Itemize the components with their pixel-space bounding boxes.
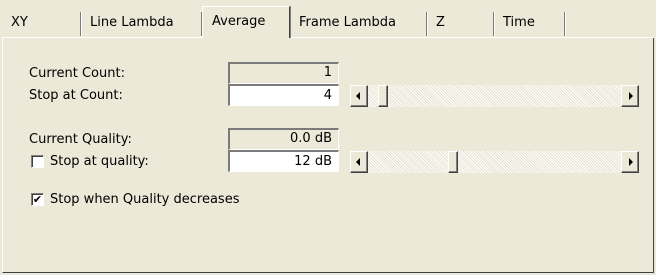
tab-time[interactable]: Time [494,12,565,36]
arrow-left-icon [356,92,360,100]
stop-at-count-slider-right-button[interactable] [621,85,639,107]
stop-at-count-slider[interactable] [350,85,639,107]
stop-at-count-field[interactable] [228,84,339,106]
tab-strip: XY Line Lambda Average Frame Lambda Z Ti… [0,0,656,40]
stop-at-quality-slider-thumb[interactable] [448,151,458,173]
current-count-value: 1 [228,62,339,84]
tab-average-label: Average [212,14,266,29]
tab-average[interactable]: Average [202,6,290,38]
arrow-right-icon [629,92,633,100]
tab-z[interactable]: Z [427,12,494,36]
arrow-right-icon [629,158,633,166]
check-icon: ✔ [32,193,43,206]
tab-frame-lambda[interactable]: Frame Lambda [290,12,427,36]
current-quality-value: 0.0 dB [228,128,339,150]
stop-at-quality-slider[interactable] [350,151,639,173]
stop-at-count-label: Stop at Count: [29,88,123,103]
stop-when-decreases-label: Stop when Quality decreases [50,192,240,207]
tab-divider [2,37,654,38]
tab-time-label: Time [503,15,535,30]
tab-line-lambda-label: Line Lambda [90,15,174,30]
tab-xy-label: XY [11,15,28,30]
tab-xy[interactable]: XY [2,12,81,36]
stop-at-count-slider-left-button[interactable] [350,85,368,107]
current-quality-label: Current Quality: [29,132,132,147]
stop-at-quality-field[interactable] [228,150,339,172]
current-count-label: Current Count: [29,66,125,81]
stop-at-count-slider-thumb[interactable] [378,85,388,107]
tab-line-lambda[interactable]: Line Lambda [81,12,202,36]
stop-at-quality-checkbox[interactable] [31,155,44,168]
stop-at-quality-slider-right-button[interactable] [621,151,639,173]
tab-z-label: Z [436,15,445,30]
stop-at-quality-slider-left-button[interactable] [350,151,368,173]
stop-when-decreases-checkbox[interactable]: ✔ [31,193,44,206]
tab-frame-lambda-label: Frame Lambda [299,15,396,30]
arrow-left-icon [356,158,360,166]
stop-at-quality-label: Stop at quality: [50,154,149,169]
